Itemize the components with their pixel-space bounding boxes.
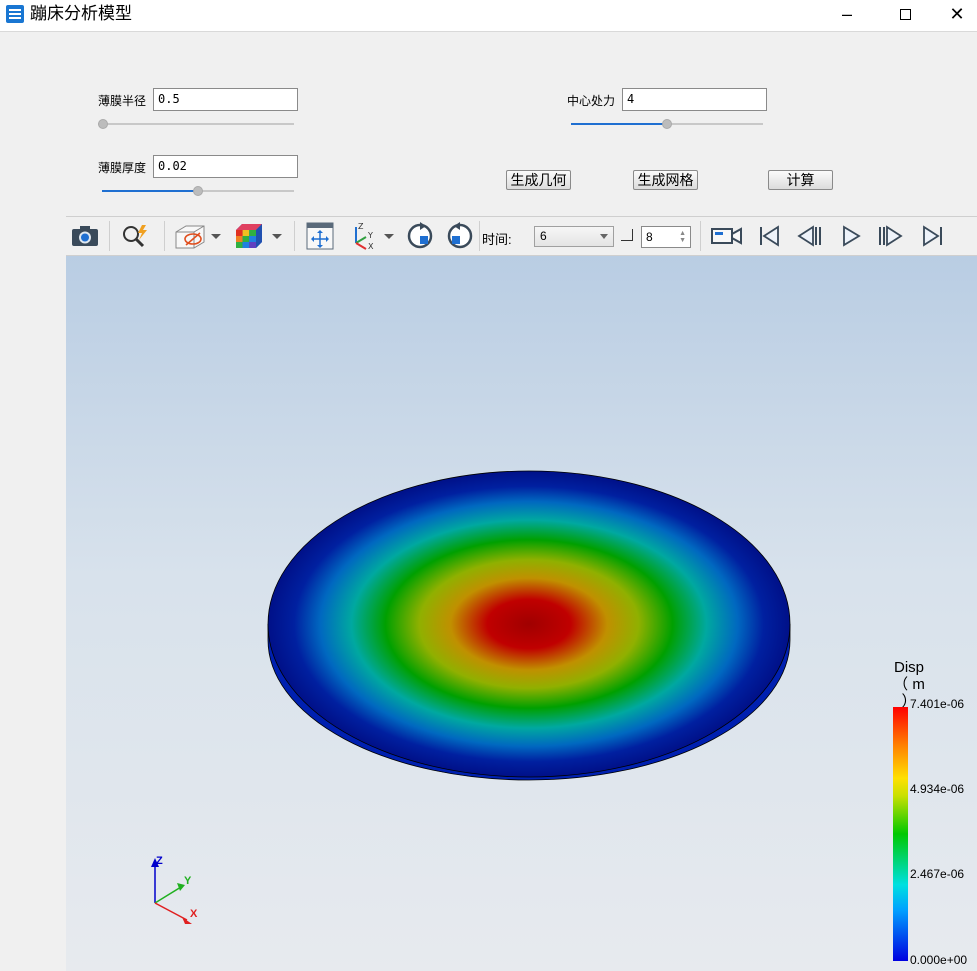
window-title: 蹦床分析模型 xyxy=(30,4,132,23)
compute-button[interactable]: 计算 xyxy=(768,170,833,190)
axis-z-label: Z xyxy=(156,855,163,867)
last-frame-icon[interactable] xyxy=(918,221,948,251)
frame-spinbox-value: 8 xyxy=(646,230,653,244)
rotate-cw-icon[interactable] xyxy=(444,221,476,251)
color-cube-icon[interactable] xyxy=(232,221,266,251)
render-viewport[interactable]: Z Y X Disp （ m ） 7.401e-06 4.934e-06 2.4… xyxy=(66,256,977,971)
legend-title-text: Disp xyxy=(893,659,924,676)
first-frame-icon[interactable] xyxy=(754,221,784,251)
legend-min-label: 0.000e+00 xyxy=(910,953,968,967)
thickness-label: 薄膜厚度 xyxy=(98,161,147,175)
radius-label: 薄膜半径 xyxy=(98,94,147,108)
legend-color-bar xyxy=(893,707,908,961)
radius-slider-thumb[interactable] xyxy=(98,119,108,129)
radius-slider[interactable] xyxy=(98,118,294,130)
display-mode-dropdown-icon[interactable] xyxy=(211,234,221,239)
axes-dropdown-icon[interactable] xyxy=(384,234,394,239)
force-label: 中心处力 xyxy=(567,94,616,108)
spin-arrows-icon[interactable]: ▲ ▼ xyxy=(679,230,686,244)
force-slider-thumb[interactable] xyxy=(662,119,672,129)
loop-checkbox[interactable] xyxy=(621,229,633,241)
svg-text:Z: Z xyxy=(358,222,364,231)
thickness-slider[interactable] xyxy=(102,185,294,197)
axes-icon[interactable]: ZYX xyxy=(346,221,380,251)
maximize-button[interactable] xyxy=(882,0,928,28)
play-icon[interactable] xyxy=(836,221,866,251)
force-slider-fill xyxy=(571,123,667,125)
generate-mesh-button[interactable]: 生成网格 xyxy=(633,170,698,190)
view-toolbar: ZYX 时间: 6 8 ▲ ▼ xyxy=(66,216,977,256)
minimize-icon: – xyxy=(841,3,852,24)
zoom-flash-icon[interactable] xyxy=(118,221,154,251)
axis-y-label: Y xyxy=(184,875,192,887)
svg-text:X: X xyxy=(368,242,374,251)
app-icon xyxy=(6,5,24,23)
axis-x-label: X xyxy=(190,908,198,920)
chevron-down-icon xyxy=(600,234,608,239)
force-slider[interactable] xyxy=(571,118,763,130)
time-select[interactable]: 6 xyxy=(534,226,614,247)
generate-geometry-button[interactable]: 生成几何 xyxy=(506,170,571,190)
force-input[interactable]: 4 xyxy=(622,88,767,111)
radius-input[interactable]: 0.5 xyxy=(153,88,298,111)
minimize-button[interactable]: – xyxy=(824,0,870,28)
close-button[interactable]: ✕ xyxy=(934,0,977,28)
camera-icon[interactable] xyxy=(69,221,101,251)
time-select-value: 6 xyxy=(540,229,547,243)
rotate-ccw-icon[interactable] xyxy=(404,221,436,251)
thickness-slider-thumb[interactable] xyxy=(193,186,203,196)
thickness-slider-fill xyxy=(102,190,198,192)
svg-text:Y: Y xyxy=(367,231,373,240)
thickness-input[interactable]: 0.02 xyxy=(153,155,298,178)
legend-value-1-label: 2.467e-06 xyxy=(910,867,965,881)
maximize-icon xyxy=(899,8,911,20)
display-mode-icon[interactable] xyxy=(172,221,208,251)
fit-view-icon[interactable] xyxy=(304,221,336,251)
legend-value-2-label: 4.934e-06 xyxy=(910,782,965,796)
time-label: 时间: xyxy=(482,232,512,247)
frame-spinbox[interactable]: 8 ▲ ▼ xyxy=(641,226,691,248)
prev-frame-icon[interactable] xyxy=(794,221,824,251)
title-bar: 蹦床分析模型 – ✕ xyxy=(0,0,977,32)
color-dropdown-icon[interactable] xyxy=(272,234,282,239)
legend-max-label: 7.401e-06 xyxy=(910,697,965,711)
record-video-icon[interactable] xyxy=(710,221,744,251)
close-icon: ✕ xyxy=(949,3,965,24)
next-frame-icon[interactable] xyxy=(876,221,906,251)
